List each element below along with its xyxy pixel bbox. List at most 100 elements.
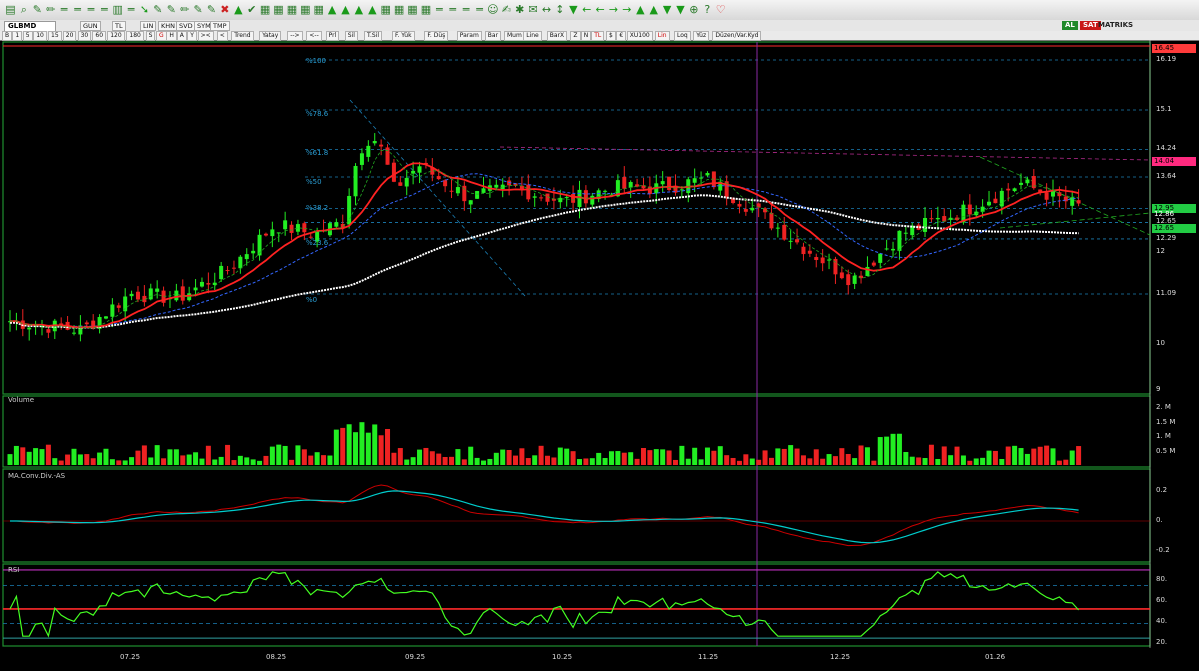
candle-body (123, 296, 128, 312)
volume-bar (717, 446, 723, 465)
candle-body (897, 230, 902, 251)
volume-bar (640, 448, 646, 465)
volume-bar (269, 446, 275, 465)
volume-bar (1018, 448, 1024, 465)
price-badge: 14.04 (1152, 157, 1196, 166)
panel-frame (2, 563, 1151, 647)
candle-body (481, 188, 486, 193)
candle-body (532, 196, 537, 198)
volume-bar (980, 457, 986, 465)
volume-bar (442, 457, 448, 465)
candle-body (238, 256, 243, 269)
date-label: 12.25 (830, 653, 851, 661)
volume-bar (845, 454, 851, 465)
volume-bar (749, 458, 755, 465)
candle-body (526, 184, 531, 200)
price-axis-label: 14.24 (1156, 144, 1177, 153)
volume-bar (525, 458, 531, 465)
volume-bar (90, 458, 96, 465)
candle-body (923, 217, 928, 232)
candle-body (993, 198, 998, 204)
volume-bar (20, 447, 26, 465)
volume-bar (1012, 445, 1018, 465)
volume-bar (116, 460, 122, 465)
date-label: 10.25 (552, 653, 573, 661)
candle-body (46, 329, 51, 333)
volume-bar (653, 449, 659, 465)
volume-bar (7, 454, 13, 465)
volume-bar (500, 449, 506, 465)
price-badge: 16.45 (1152, 44, 1196, 53)
volume-bar (532, 455, 538, 465)
candle-body (289, 224, 294, 233)
candle-body (455, 187, 460, 194)
candle-body (750, 207, 755, 211)
candle-body (795, 239, 800, 243)
volume-bar (244, 457, 250, 465)
volume-bar (148, 457, 154, 465)
volume-bar (832, 456, 838, 465)
candle-body (257, 234, 262, 256)
volume-bar (410, 457, 416, 465)
trend-line (979, 156, 1151, 236)
volume-bar (551, 457, 557, 465)
volume-bar (141, 445, 147, 465)
volume-bar (916, 457, 922, 465)
volume-bar (314, 452, 320, 465)
date-label: 09.25 (405, 653, 426, 661)
candle-body (878, 253, 883, 263)
price-axis-label: 13.64 (1156, 172, 1177, 180)
candle-body (788, 240, 793, 242)
volume-bar (205, 445, 211, 465)
volume-bar (538, 445, 544, 465)
candle-body (155, 288, 160, 292)
candle-body (308, 236, 313, 238)
volume-bar (474, 457, 480, 465)
rsi-label: RSI (8, 566, 20, 574)
volume-bar (340, 427, 346, 465)
candle-body (603, 190, 608, 192)
price-axis-label: 11.09 (1156, 289, 1177, 297)
candle-body (334, 222, 339, 227)
volume-bar (647, 450, 653, 465)
volume-bar (589, 458, 595, 465)
candle-body (347, 195, 352, 225)
volume-bar (333, 429, 339, 465)
fib-label: %38.2 (306, 204, 328, 212)
volume-bar (84, 454, 90, 465)
fib-label: %0 (306, 296, 317, 304)
candle-body (443, 180, 448, 187)
volume-bar (193, 452, 199, 465)
volume-bar (276, 444, 282, 465)
volume-bar (493, 452, 499, 465)
volume-bar (858, 445, 864, 465)
volume-bar (346, 424, 352, 465)
candle-body (660, 181, 665, 185)
volume-bar (576, 459, 582, 465)
candle-body (1025, 179, 1030, 184)
volume-bar (724, 455, 730, 465)
volume-bar (257, 460, 263, 465)
candle-body (193, 287, 198, 291)
volume-bar (973, 458, 979, 465)
axis-label: -0.2 (1156, 546, 1170, 554)
volume-bar (545, 455, 550, 465)
date-label: 07.25 (120, 653, 141, 661)
volume-bar (864, 447, 870, 465)
volume-bar (33, 448, 39, 465)
volume-bar (775, 448, 781, 465)
panel-frame (2, 41, 1151, 395)
candle-body (564, 197, 569, 199)
candle-body (539, 197, 544, 199)
volume-bar (711, 450, 717, 465)
candle-body (302, 223, 307, 233)
candle-body (283, 220, 288, 230)
candle-body (1044, 192, 1049, 200)
volume-bar (967, 460, 973, 465)
volume-bar (1005, 446, 1011, 465)
volume-bar (1050, 448, 1056, 465)
volume-bar (679, 445, 685, 465)
rsi-line (9, 571, 1080, 638)
candle-body (583, 190, 588, 204)
candle-body (884, 248, 889, 250)
